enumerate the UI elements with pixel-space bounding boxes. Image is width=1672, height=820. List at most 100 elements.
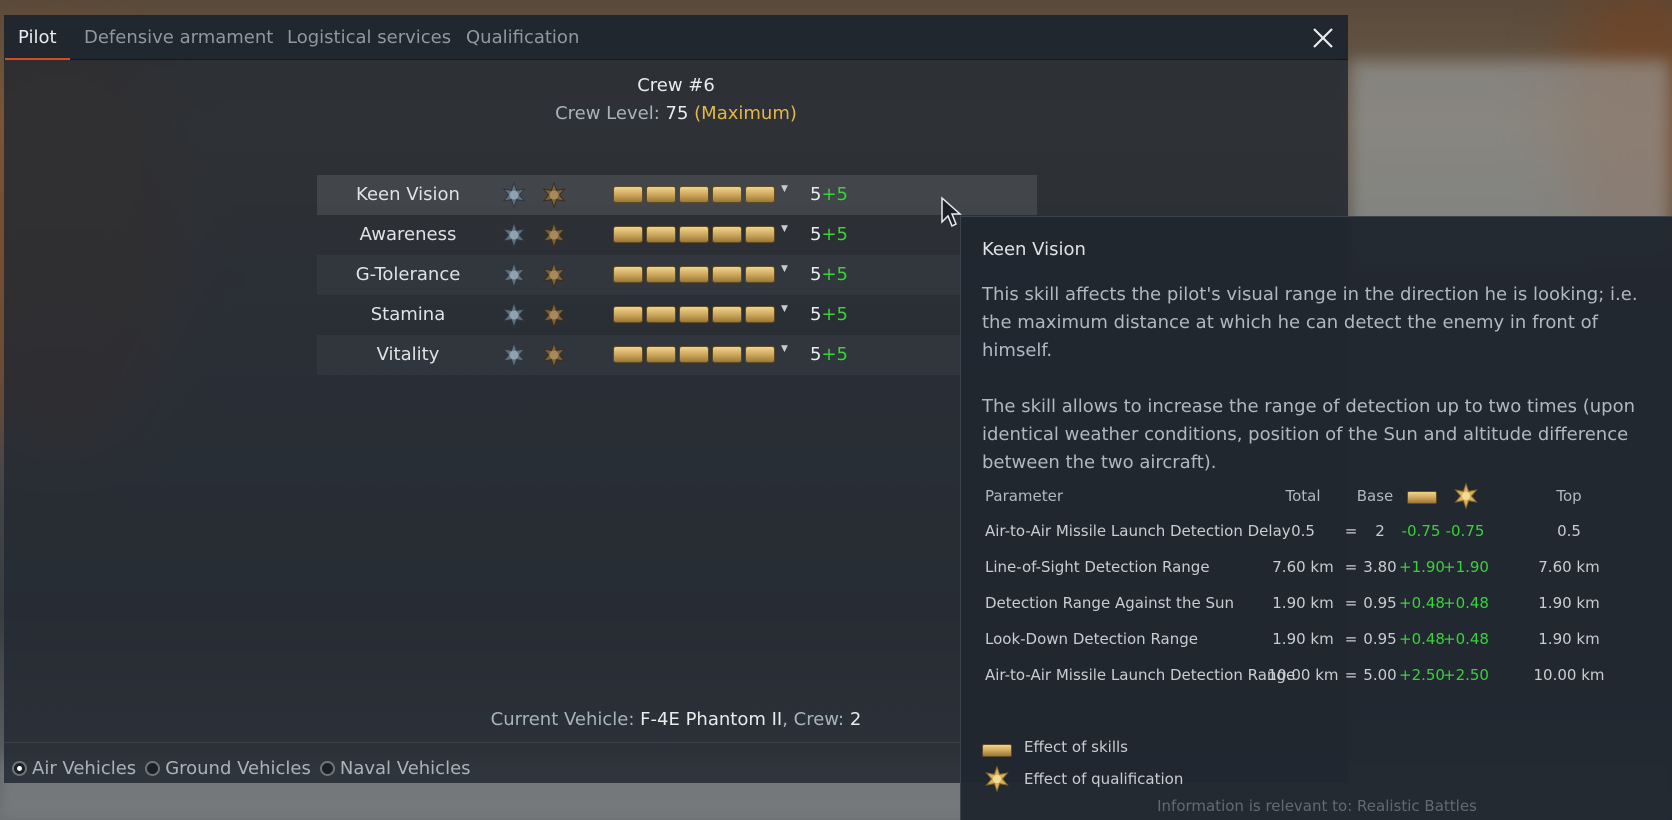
parameter-skill-effect: +2.50: [1399, 666, 1445, 684]
skill-level-bar: [646, 306, 676, 323]
tooltip-desc-paragraph: This skill affects the pilot's visual ra…: [982, 284, 1638, 361]
tab-pilot[interactable]: Pilot: [5, 15, 69, 60]
skill-row[interactable]: Vitality ▼ 5+5: [317, 335, 1037, 375]
current-vehicle-label: Current Vehicle:: [490, 709, 635, 730]
skill-level-bar: [613, 346, 643, 363]
skill-level-bar: [646, 226, 676, 243]
skills-list: Keen Vision ▼ 5+5 Awareness ▼ 5+5 G-Toleranc…: [317, 175, 1037, 375]
silver-star-icon: [502, 342, 526, 368]
tooltip-footer: Information is relevant to: Realistic Ba…: [1157, 797, 1477, 815]
radio-button[interactable]: [12, 760, 27, 776]
equals-sign: =: [1344, 630, 1358, 648]
parameter-skill-effect: +1.90: [1399, 558, 1445, 576]
skill-level-bar: [712, 226, 742, 243]
tab-qualification[interactable]: Qualification: [466, 15, 579, 60]
skill-level-bar: [679, 346, 709, 363]
vehicle-type-filter: Air Vehicles Ground Vehicles Naval Vehic…: [12, 753, 480, 783]
parameter-total: 1.90 km: [1272, 630, 1334, 648]
skill-level-bars[interactable]: ▼: [613, 304, 788, 324]
parameter-qualification-effect: +0.48: [1443, 630, 1489, 648]
parameter-name: Look-Down Detection Range: [985, 630, 1198, 648]
max-marker-icon: ▼: [781, 184, 788, 194]
parameter-top: 1.90 km: [1538, 594, 1600, 612]
skill-bar-icon: [982, 740, 1012, 759]
skill-level-bars[interactable]: ▼: [613, 184, 788, 204]
skill-level-bar: [745, 266, 775, 283]
parameter-name: Air-to-Air Missile Launch Detection Rang…: [985, 666, 1296, 684]
skill-value: 5+5: [810, 175, 848, 215]
parameter-skill-effect: +0.48: [1399, 630, 1445, 648]
skill-level-bar: [613, 306, 643, 323]
equals-sign: =: [1344, 522, 1358, 540]
parameter-row: Air-to-Air Missile Launch Detection Rang…: [985, 657, 1645, 693]
parameter-qualification-effect: +0.48: [1443, 594, 1489, 612]
qualification-star-icon: [1454, 483, 1478, 509]
parameter-table: Parameter Total Base Top Air-to-Air Miss…: [985, 479, 1645, 693]
parameter-name: Detection Range Against the Sun: [985, 594, 1234, 612]
current-vehicle-name: F-4E Phantom II: [640, 709, 783, 730]
legend-skills-label: Effect of skills: [1024, 738, 1128, 756]
crew-title: Crew #6: [637, 75, 715, 96]
max-marker-icon: ▼: [781, 224, 788, 234]
skill-name: Vitality: [376, 344, 440, 365]
parameter-qualification-effect: +1.90: [1443, 558, 1489, 576]
skill-base-value: 5: [810, 224, 822, 245]
parameter-row: Detection Range Against the Sun 1.90 km = 0…: [985, 585, 1645, 621]
skill-level-bar: [679, 226, 709, 243]
skill-value: 5+5: [810, 215, 848, 255]
radio-button[interactable]: [319, 760, 335, 776]
skill-name: Stamina: [370, 304, 446, 325]
close-button[interactable]: [1309, 24, 1337, 52]
skill-row[interactable]: Stamina ▼ 5+5: [317, 295, 1037, 335]
tab-logistical-services[interactable]: Logistical services: [287, 15, 451, 60]
silver-star-icon: [502, 262, 526, 288]
header-parameter: Parameter: [985, 487, 1064, 505]
tab-defensive-armament[interactable]: Defensive armament: [84, 15, 273, 60]
parameter-base: 5.00: [1363, 666, 1397, 684]
gold-star-icon: [542, 342, 566, 368]
parameter-rows: Air-to-Air Missile Launch Detection Dela…: [985, 513, 1645, 693]
radio-air-vehicles[interactable]: Air Vehicles: [12, 758, 136, 779]
parameter-total: 7.60 km: [1272, 558, 1334, 576]
header-base: Base: [1356, 487, 1394, 505]
skill-row[interactable]: Keen Vision ▼ 5+5: [317, 175, 1037, 215]
skill-level-bars[interactable]: ▼: [613, 264, 788, 284]
divider: [4, 742, 960, 743]
parameter-top: 7.60 km: [1538, 558, 1600, 576]
radio-naval-vehicles[interactable]: Naval Vehicles: [319, 758, 471, 779]
parameter-skill-effect: +0.48: [1399, 594, 1445, 612]
parameter-total: 0.5: [1291, 522, 1315, 540]
skill-value: 5+5: [810, 335, 848, 375]
max-marker-icon: ▼: [781, 304, 788, 314]
skill-level-bar: [646, 346, 676, 363]
radio-button[interactable]: [145, 760, 161, 776]
gold-star-icon: [542, 262, 566, 288]
radio-ground-vehicles[interactable]: Ground Vehicles: [145, 758, 311, 779]
skill-name: Keen Vision: [356, 184, 460, 205]
parameter-table-header: Parameter Total Base Top: [985, 479, 1645, 513]
equals-sign: =: [1344, 558, 1358, 576]
skill-level-bars[interactable]: ▼: [613, 224, 788, 244]
skill-tooltip: Keen Vision This skill affects the pilot…: [960, 216, 1672, 820]
skill-level-bar: [679, 306, 709, 323]
skill-bonus-value: +5: [821, 224, 848, 245]
max-marker-icon: ▼: [781, 344, 788, 354]
radio-label: Air Vehicles: [32, 757, 137, 779]
skill-row[interactable]: Awareness ▼ 5+5: [317, 215, 1037, 255]
crew-count-value: 2: [849, 709, 862, 730]
qualification-star-icon: [985, 766, 1009, 792]
parameter-base: 0.95: [1363, 630, 1397, 648]
gold-star-icon: [542, 222, 566, 248]
max-marker-icon: ▼: [781, 264, 788, 274]
skill-base-value: 5: [810, 344, 822, 365]
skill-level-bar: [712, 346, 742, 363]
tooltip-description: This skill affects the pilot's visual ra…: [982, 281, 1642, 505]
silver-star-icon: [502, 302, 526, 328]
skill-level-bar: [679, 266, 709, 283]
skill-name: Awareness: [359, 224, 457, 245]
skill-row[interactable]: G-Tolerance ▼ 5+5: [317, 255, 1037, 295]
skill-bar-icon: [1407, 488, 1437, 506]
crew-level-note: (Maximum): [694, 103, 797, 124]
skill-bonus-value: +5: [821, 344, 848, 365]
skill-level-bars[interactable]: ▼: [613, 344, 788, 364]
